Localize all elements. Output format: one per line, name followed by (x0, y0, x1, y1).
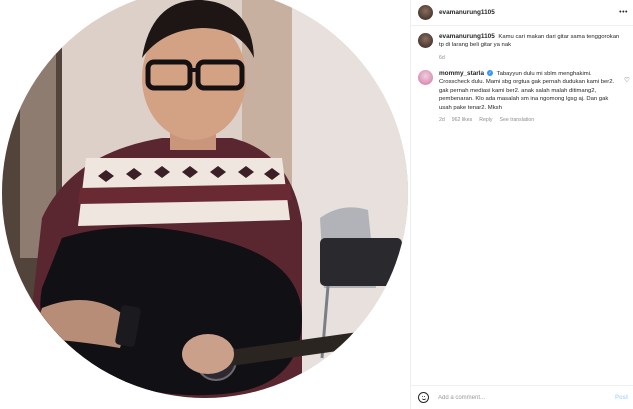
comment-input[interactable] (438, 394, 588, 401)
post-image-panel (0, 0, 410, 409)
author-avatar[interactable] (418, 5, 433, 20)
commenter-avatar[interactable] (418, 33, 433, 48)
comment-meta: 6d (439, 54, 621, 62)
commenter-username[interactable]: mommy_starla (439, 70, 484, 77)
post-button[interactable]: Post (615, 395, 628, 401)
commenter-username[interactable]: evamanurung1105 (439, 33, 495, 40)
comments-panel: evamanurung1105 ••• evamanurung1105 Kamu… (410, 0, 633, 409)
comment-body: mommy_starla ✓ Tabayyun dulu mi sblm meng… (439, 70, 621, 124)
comment-age: 6d (439, 54, 445, 61)
comment-meta: 2d 962 likes Reply See translation (439, 116, 621, 124)
add-comment-bar: Post (411, 385, 633, 409)
comment-item: mommy_starla ✓ Tabayyun dulu mi sblm meng… (418, 70, 621, 124)
heart-icon[interactable]: ♡ (624, 76, 630, 84)
verified-badge-icon: ✓ (487, 70, 494, 77)
comment-body: evamanurung1105 Kamu cari makan dari git… (439, 33, 621, 62)
more-dots-icon[interactable]: ••• (619, 9, 628, 16)
see-translation-button[interactable]: See translation (500, 116, 535, 124)
commenter-avatar[interactable] (418, 70, 433, 85)
emoji-icon[interactable] (418, 392, 429, 403)
comment-age: 2d (439, 117, 445, 124)
post-photo (2, 0, 408, 398)
post-header: evamanurung1105 ••• (411, 0, 633, 26)
comment-likes[interactable]: 962 likes (452, 116, 472, 124)
reply-button[interactable]: Reply (479, 116, 492, 124)
author-username[interactable]: evamanurung1105 (439, 9, 495, 16)
comment-item: evamanurung1105 Kamu cari makan dari git… (418, 33, 621, 62)
photo-illustration (2, 0, 408, 398)
